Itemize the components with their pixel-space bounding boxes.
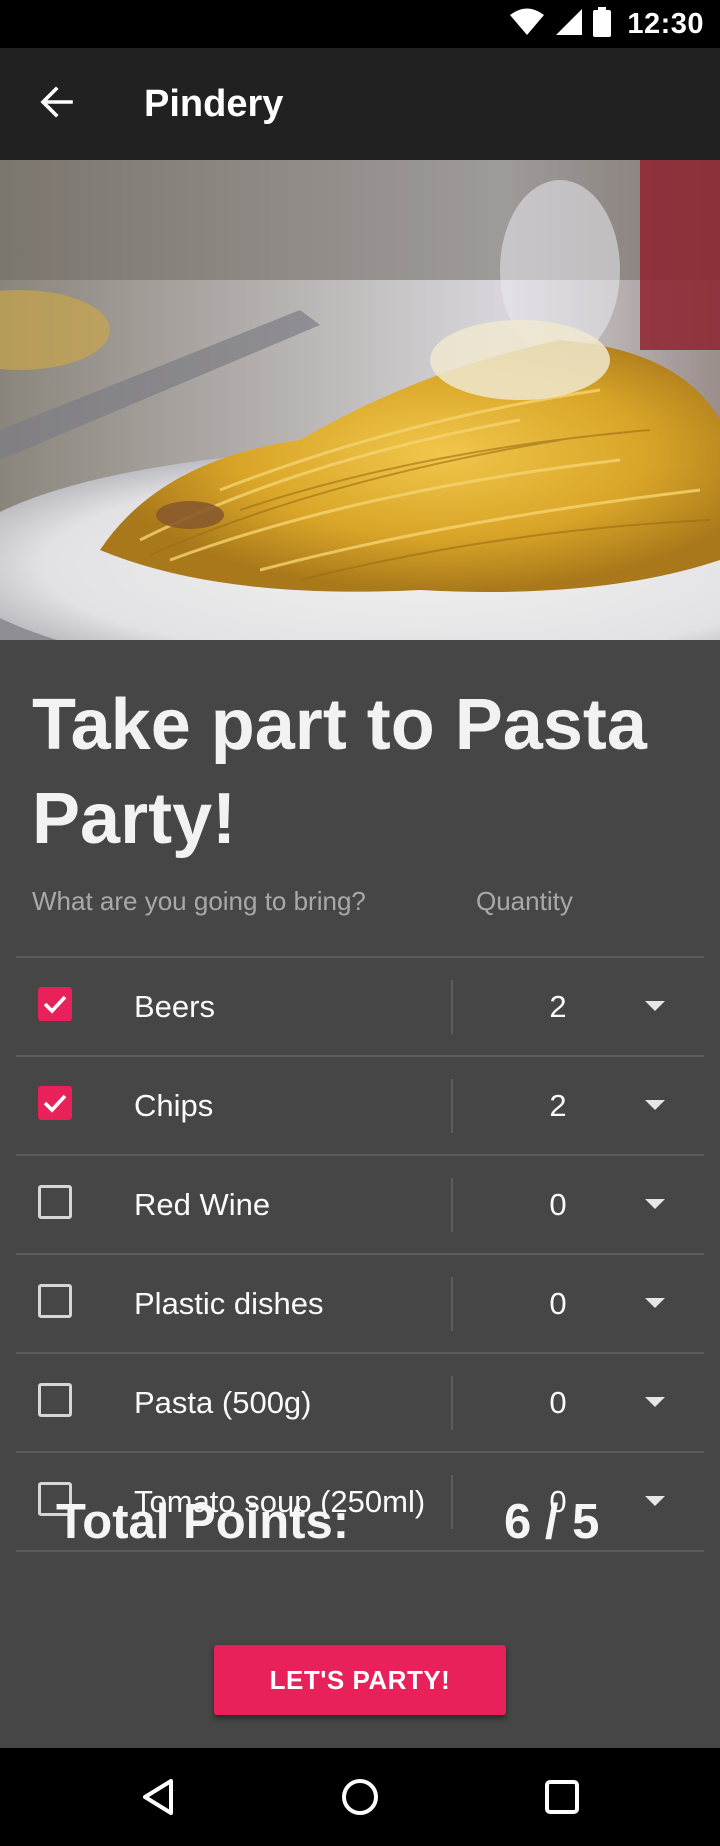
chevron-down-icon — [645, 1496, 665, 1506]
page-title: Take part to Pasta Party! — [32, 685, 647, 859]
item-checkbox[interactable] — [38, 1383, 72, 1417]
item-label: Beers — [134, 989, 215, 1024]
list-item: Chips 2 — [16, 1055, 704, 1154]
hero-image — [0, 160, 720, 640]
item-label: Plastic dishes — [134, 1286, 324, 1321]
list-item: Red Wine 0 — [16, 1154, 704, 1253]
app-title: Pindery — [144, 82, 284, 125]
status-time: 12:30 — [627, 7, 704, 40]
chevron-down-icon — [645, 1199, 665, 1209]
home-circle-icon — [342, 1779, 378, 1815]
nav-back-button[interactable] — [104, 1748, 214, 1846]
quantity-value: 2 — [549, 989, 567, 1024]
check-icon — [43, 995, 67, 1014]
back-button[interactable] — [0, 48, 112, 160]
back-triangle-icon — [143, 1779, 173, 1815]
item-list: Beers 2 Chips 2 Red Wine 0 Plastic dishe… — [16, 956, 704, 1552]
quantity-dropdown[interactable]: 2 — [453, 958, 704, 1055]
item-label: Chips — [134, 1088, 214, 1123]
battery-icon — [593, 6, 612, 42]
signal-icon — [555, 8, 583, 41]
quantity-dropdown[interactable]: 0 — [453, 1156, 704, 1253]
quantity-column-label: Quantity — [476, 886, 573, 916]
item-checkbox[interactable] — [38, 1284, 72, 1318]
total-points-value: 6 / 5 — [504, 1495, 600, 1549]
quantity-dropdown[interactable]: 0 — [453, 1354, 704, 1451]
quantity-value: 0 — [549, 1385, 567, 1420]
status-icons: 12:30 — [509, 0, 720, 48]
list-item: Beers 2 — [16, 956, 704, 1055]
item-checkbox[interactable] — [38, 1185, 72, 1219]
nav-home-button[interactable] — [305, 1748, 415, 1846]
app-bar: Pindery — [0, 48, 720, 160]
status-bar: 12:30 — [0, 0, 720, 48]
nav-recents-button[interactable] — [507, 1748, 617, 1846]
item-checkbox[interactable] — [38, 1086, 72, 1120]
pasta-photo — [0, 160, 720, 640]
item-column-label: What are you going to bring? — [32, 886, 366, 916]
navigation-bar — [0, 1748, 720, 1846]
quantity-value: 0 — [549, 1187, 567, 1222]
lets-party-button[interactable]: LET'S PARTY! — [214, 1645, 506, 1715]
party-form: Take part to Pasta Party! What are you g… — [0, 640, 720, 1748]
list-item: Pasta (500g) 0 — [16, 1352, 704, 1451]
check-icon — [43, 1094, 67, 1113]
chevron-down-icon — [645, 1298, 665, 1308]
quantity-value: 2 — [549, 1088, 567, 1123]
quantity-dropdown[interactable]: 2 — [453, 1057, 704, 1154]
recents-square-icon — [545, 1780, 579, 1814]
quantity-dropdown[interactable]: 0 — [453, 1255, 704, 1352]
chevron-down-icon — [645, 1397, 665, 1407]
wifi-icon — [509, 8, 545, 41]
item-checkbox[interactable] — [38, 987, 72, 1021]
item-label: Red Wine — [134, 1187, 271, 1222]
chevron-down-icon — [645, 1001, 665, 1011]
item-label: Pasta (500g) — [134, 1385, 312, 1420]
list-item: Plastic dishes 0 — [16, 1253, 704, 1352]
quantity-value: 0 — [549, 1286, 567, 1321]
arrow-back-icon — [39, 85, 73, 124]
chevron-down-icon — [645, 1100, 665, 1110]
total-points-label: Total Points: — [56, 1495, 350, 1549]
